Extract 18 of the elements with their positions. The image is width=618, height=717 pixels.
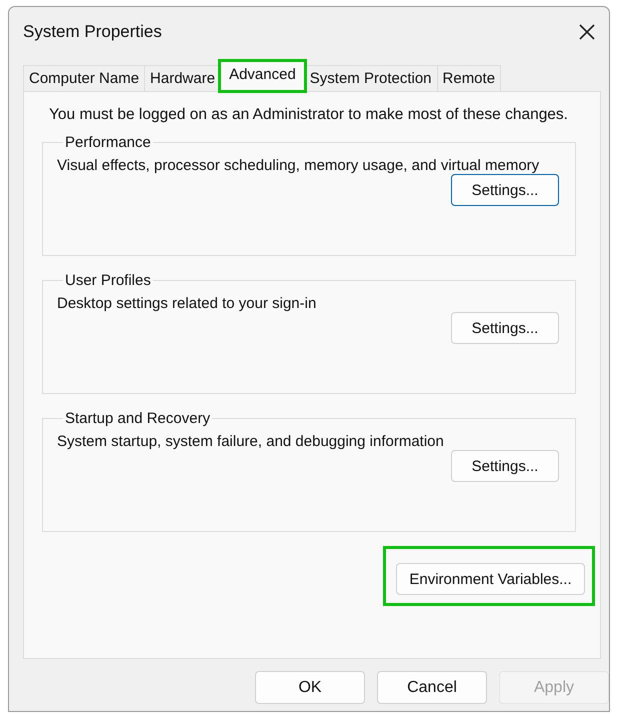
environment-variables-button[interactable]: Environment Variables... bbox=[396, 563, 585, 595]
group-description: Desktop settings related to your sign-in bbox=[57, 295, 318, 312]
dialog-button[interactable]: Cancel bbox=[377, 671, 487, 704]
admin-notice: You must be logged on as an Administrator to make most of these changes. bbox=[49, 106, 569, 124]
settings-button[interactable]: Settings... bbox=[451, 312, 559, 344]
group-title: User Profiles bbox=[64, 272, 152, 289]
settings-button[interactable]: Settings... bbox=[451, 450, 559, 482]
group-title: Performance bbox=[64, 134, 152, 151]
dialog-button[interactable]: OK bbox=[255, 671, 365, 704]
group-description: System startup, system failure, and debugging information bbox=[57, 433, 445, 450]
tab[interactable]: Remote bbox=[436, 65, 502, 91]
tab[interactable]: Computer Name bbox=[23, 65, 146, 91]
close-icon bbox=[579, 24, 595, 40]
tab[interactable]: Advanced bbox=[220, 61, 305, 91]
settings-button[interactable]: Settings... bbox=[451, 174, 559, 206]
group-title: Startup and Recovery bbox=[64, 410, 212, 427]
window-title: System Properties bbox=[23, 22, 162, 42]
group-description: Visual effects, processor scheduling, memory usage, and virtual memory bbox=[57, 157, 540, 174]
